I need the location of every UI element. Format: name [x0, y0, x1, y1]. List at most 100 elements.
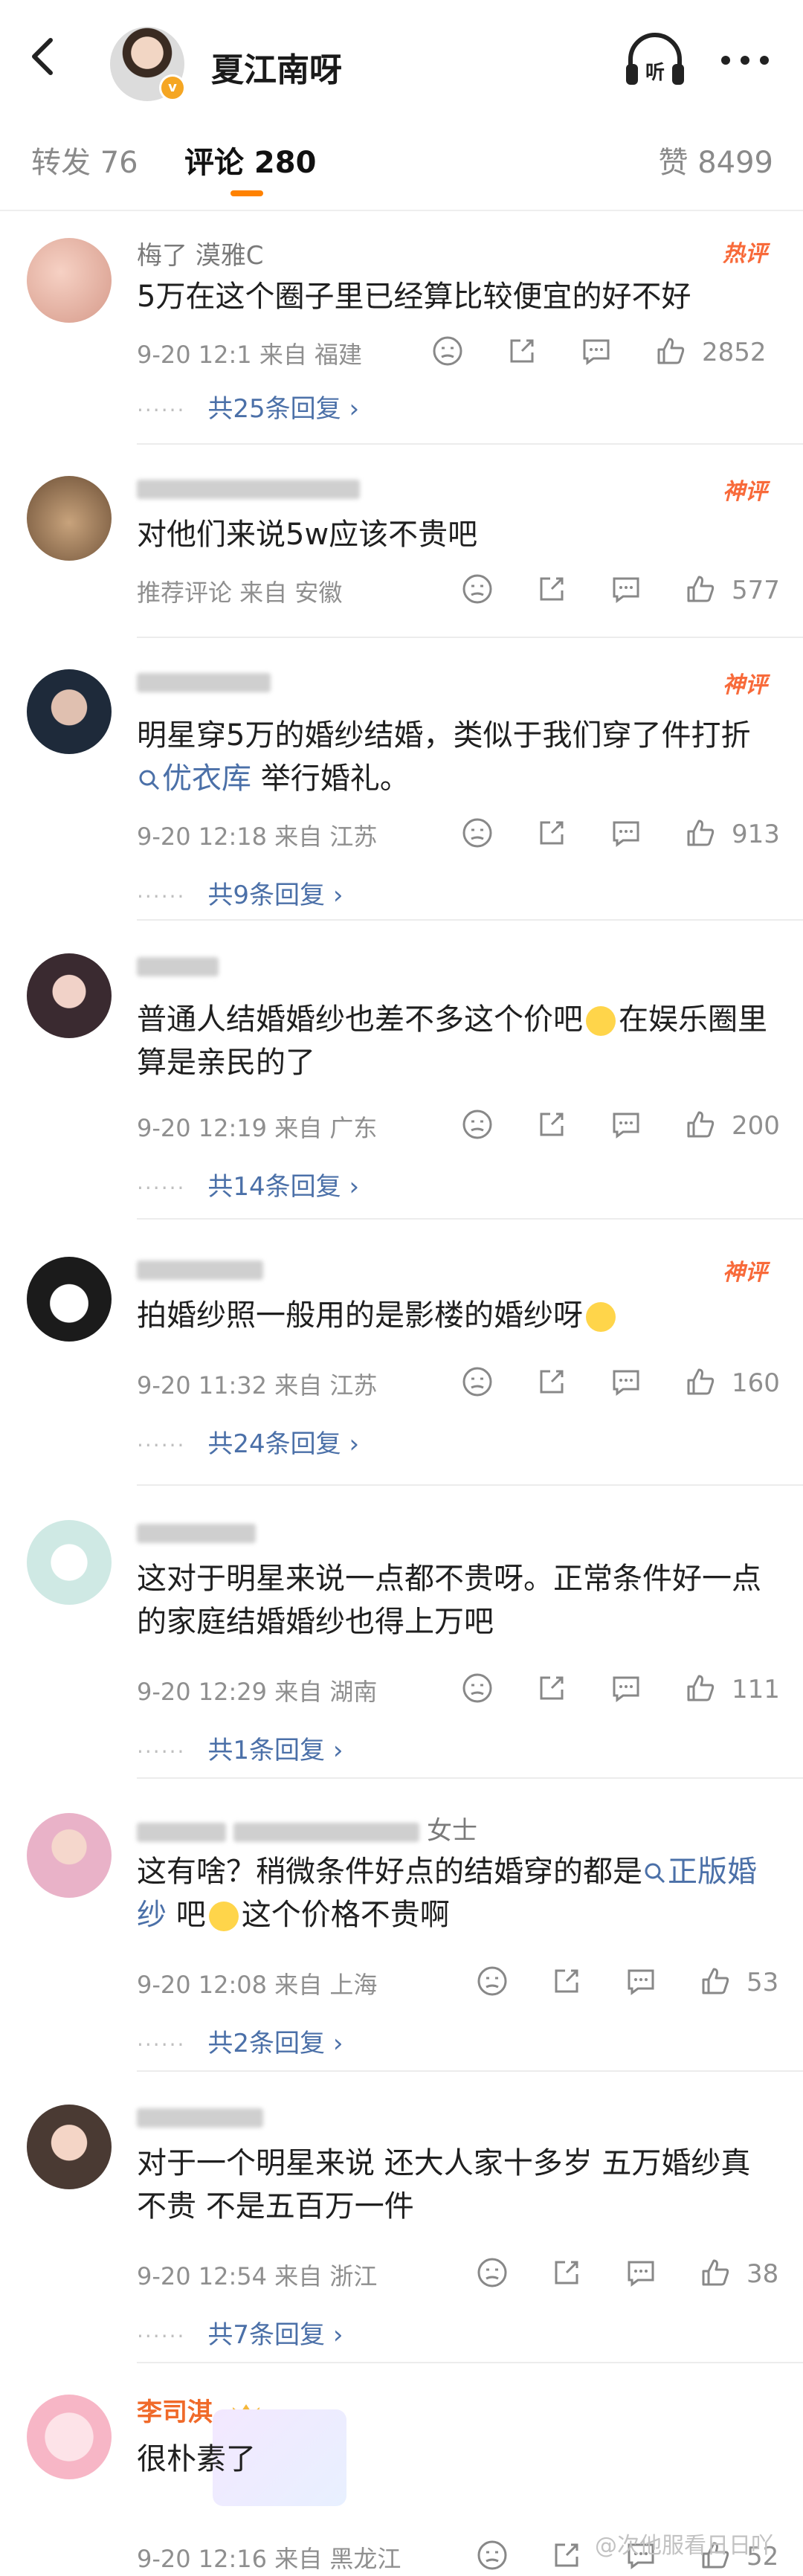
- more-options-button[interactable]: [715, 42, 775, 79]
- dislike-button[interactable]: [431, 335, 464, 370]
- reply-button[interactable]: [625, 2256, 657, 2292]
- share-button[interactable]: [550, 2539, 583, 2575]
- commenter-name[interactable]: 女士: [137, 1810, 477, 1846]
- tab-like[interactable]: 赞 8499: [658, 138, 773, 181]
- share-button[interactable]: [535, 573, 568, 608]
- comment-actions: 913: [461, 817, 780, 854]
- reply-button[interactable]: [610, 1365, 642, 1401]
- comment-text: 明星穿5万的婚纱结婚，类似于我们穿了件打折优衣库 举行婚礼。: [137, 714, 773, 800]
- like-button[interactable]: 2852: [654, 335, 767, 370]
- share-button[interactable]: [535, 817, 568, 852]
- dislike-button[interactable]: [461, 817, 494, 852]
- commenter-avatar[interactable]: [27, 1520, 112, 1605]
- reply-button[interactable]: [610, 817, 642, 852]
- commenter-avatar[interactable]: [27, 2105, 112, 2189]
- reply-button[interactable]: [580, 335, 613, 370]
- like-button[interactable]: 913: [684, 817, 780, 852]
- comment-actions: 577: [461, 573, 780, 610]
- hot-comment-badge: 热评: [723, 241, 767, 267]
- reply-button[interactable]: [610, 1672, 642, 1707]
- view-replies-link[interactable]: ······ 共25条回复 ›: [137, 388, 359, 425]
- view-replies-link[interactable]: ······ 共14条回复 ›: [137, 1166, 359, 1202]
- hot-comment-badge: 神评: [723, 672, 767, 698]
- reply-dots: ······: [137, 398, 186, 422]
- comment-actions: 2852: [431, 335, 773, 372]
- share-button[interactable]: [535, 1108, 568, 1144]
- comment-bubble-icon: [628, 2261, 654, 2287]
- comment-item: 神评 对他们来说5w应该不贵吧 推荐评论 来自 安徽 577: [0, 461, 803, 640]
- reply-button[interactable]: [610, 1108, 642, 1144]
- author-avatar[interactable]: v: [110, 27, 186, 101]
- share-button[interactable]: [550, 2256, 583, 2292]
- share-button[interactable]: [550, 1965, 583, 2000]
- commenter-name[interactable]: [137, 666, 278, 696]
- commenter-avatar[interactable]: [27, 238, 112, 323]
- like-button[interactable]: 200: [684, 1108, 780, 1144]
- commenter-name[interactable]: [137, 1517, 263, 1547]
- commenter-name[interactable]: [137, 950, 226, 980]
- like-count: 913: [732, 820, 780, 849]
- share-icon: [540, 577, 564, 601]
- tab-repost[interactable]: 转发 76: [31, 138, 138, 181]
- blurred-username: [137, 2108, 263, 2128]
- commenter-avatar[interactable]: [27, 953, 112, 1038]
- comment-divider: [137, 1484, 803, 1486]
- comment-meta: 9-20 12:54 来自 浙江: [137, 2262, 378, 2290]
- view-replies-link[interactable]: ······ 共7条回复 ›: [137, 2314, 343, 2351]
- view-replies-link[interactable]: ······ 共9条回复 ›: [137, 875, 343, 911]
- reply-button[interactable]: [625, 1965, 657, 2000]
- share-button[interactable]: [535, 1365, 568, 1401]
- dislike-button[interactable]: [461, 1672, 494, 1707]
- share-button[interactable]: [535, 1672, 568, 1707]
- author-name[interactable]: 夏江南呀: [211, 43, 342, 91]
- commenter-name[interactable]: [137, 1254, 271, 1284]
- commenter-name[interactable]: [137, 2102, 271, 2131]
- comment-text-part: 拍婚纱照一般用的是影楼的婚纱呀: [137, 1298, 583, 1333]
- comment-divider: [137, 2070, 803, 2072]
- dislike-button[interactable]: [461, 1108, 494, 1144]
- share-icon: [540, 821, 564, 845]
- blurred-username: [137, 1260, 263, 1280]
- like-button[interactable]: 111: [684, 1672, 780, 1707]
- comment-divider: [137, 443, 803, 445]
- view-replies-link[interactable]: ······ 共24条回复 ›: [137, 1423, 359, 1460]
- view-replies-link[interactable]: ······ 共2条回复 ›: [137, 2023, 343, 2059]
- search-keyword-link[interactable]: 优衣库: [137, 761, 251, 796]
- comment-meta: 9-20 12:29 来自 湖南: [137, 1678, 378, 1706]
- commenter-name[interactable]: [137, 473, 367, 503]
- dislike-button[interactable]: [476, 2539, 509, 2575]
- commenter-avatar[interactable]: [27, 1257, 112, 1342]
- reply-button[interactable]: [610, 573, 642, 608]
- commenter-avatar[interactable]: [27, 1813, 112, 1898]
- commenter-name[interactable]: 梅了 漠雅C: [137, 235, 264, 271]
- dislike-button[interactable]: [461, 1365, 494, 1401]
- like-button[interactable]: 577: [684, 573, 780, 608]
- comment-text: 这对于明星来说一点都不贵呀。正常条件好一点的家庭结婚婚纱也得上万吧: [137, 1557, 773, 1643]
- comment-text: 很朴素了: [137, 2438, 773, 2481]
- listen-button[interactable]: 听: [622, 30, 688, 89]
- blurred-username: [137, 672, 271, 692]
- verified-badge-icon: v: [159, 74, 186, 101]
- like-button[interactable]: 53: [699, 1965, 778, 2000]
- commenter-avatar[interactable]: [27, 476, 112, 561]
- comment-divider: [137, 637, 803, 638]
- share-icon: [540, 1112, 564, 1136]
- comment-bubble-icon: [613, 577, 639, 603]
- like-button[interactable]: 38: [699, 2256, 778, 2292]
- comment-actions: 38: [476, 2256, 778, 2293]
- commenter-avatar[interactable]: [27, 669, 112, 754]
- comment-meta: 9-20 12:19 来自 广东: [137, 1114, 378, 1142]
- dislike-button[interactable]: [476, 2256, 509, 2292]
- comment-actions: 160: [461, 1365, 780, 1403]
- like-button[interactable]: 160: [684, 1365, 780, 1401]
- share-button[interactable]: [506, 335, 538, 370]
- back-button[interactable]: [22, 34, 67, 79]
- hot-comment-badge: 神评: [723, 479, 767, 505]
- neutral-face-icon: [433, 336, 462, 366]
- view-replies-link[interactable]: ······ 共1条回复 ›: [137, 1730, 343, 1766]
- commenter-avatar[interactable]: [27, 2395, 112, 2479]
- dislike-button[interactable]: [461, 573, 494, 608]
- blurred-username: [137, 479, 360, 499]
- tab-comment[interactable]: 评论 280: [184, 138, 316, 181]
- dislike-button[interactable]: [476, 1965, 509, 2000]
